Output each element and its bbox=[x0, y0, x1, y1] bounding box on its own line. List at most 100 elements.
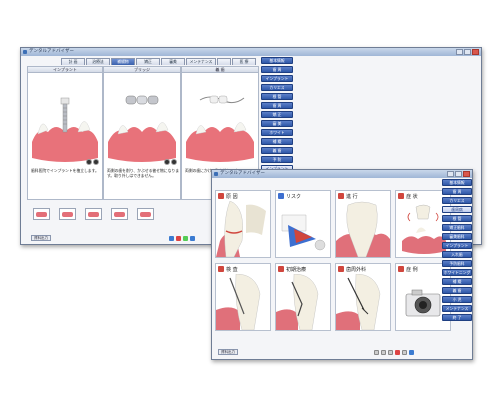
sidebar-item-caries[interactable]: カリエス bbox=[261, 84, 293, 91]
print-button[interactable]: 資料出力 bbox=[31, 235, 51, 241]
pen-icon[interactable] bbox=[176, 235, 181, 241]
tab-plan[interactable]: 計 画 bbox=[61, 58, 85, 65]
cell-initial-treatment[interactable]: 初期治療 bbox=[275, 263, 331, 331]
cell-label: 症 状 bbox=[406, 194, 418, 200]
cell-examination[interactable]: 検 査 bbox=[215, 263, 271, 331]
home-icon[interactable] bbox=[169, 235, 174, 241]
zoom-icon[interactable] bbox=[164, 159, 170, 165]
sidebar-item-pediatric[interactable]: 小 児 bbox=[442, 296, 472, 303]
sidebar-item-root-canal[interactable]: 根 管 bbox=[442, 215, 472, 222]
cell-progression[interactable]: 進 行 bbox=[335, 190, 391, 258]
back-statusbar: 資料出力 bbox=[31, 234, 51, 242]
sidebar-item-whitening[interactable]: ホワイト bbox=[261, 129, 293, 136]
front-window-titlebar: デンタルアドバイザー bbox=[212, 170, 472, 178]
tab-treatment[interactable]: 治療法 bbox=[86, 58, 110, 65]
back-tabs: 計 画 治療法 補綴物 矯正 審美 メンテナンス 医 療 bbox=[61, 58, 256, 65]
progression-icon bbox=[338, 193, 344, 199]
sidebar-item-caries[interactable]: カリエス bbox=[442, 197, 472, 204]
examination-icon bbox=[218, 266, 224, 272]
zoom-icon[interactable] bbox=[171, 159, 177, 165]
zoom-icon[interactable] bbox=[86, 159, 92, 165]
front-window-title: デンタルアドバイザー bbox=[220, 171, 265, 176]
initial-treatment-icon bbox=[278, 266, 284, 272]
app-icon bbox=[23, 50, 27, 54]
sidebar-item-prosthesis[interactable]: 補 綴 bbox=[261, 138, 293, 145]
front-statusbar: 資料出力 bbox=[218, 348, 238, 356]
sidebar-item-denture[interactable]: 義 歯 bbox=[261, 147, 293, 154]
sidebar-item-prevention[interactable]: 予防歯科 bbox=[442, 260, 472, 267]
sidebar-item-aesthetic[interactable]: 審美歯科 bbox=[442, 233, 472, 240]
sidebar-item-maintenance[interactable]: メンテナンス bbox=[442, 305, 472, 312]
back-window-titlebar: デンタルアドバイザー bbox=[21, 48, 481, 56]
nav-icon[interactable] bbox=[374, 349, 379, 355]
denture-illustration bbox=[186, 95, 254, 162]
tab-aesthetic[interactable]: 審美 bbox=[161, 58, 185, 65]
sidebar-item-perio-2[interactable]: 歯 周 bbox=[261, 102, 293, 109]
window-controls bbox=[456, 49, 479, 55]
cell-label: 歯周外科 bbox=[346, 267, 367, 273]
panel-title: インプラント bbox=[28, 67, 102, 73]
print-button[interactable]: 資料出力 bbox=[218, 349, 238, 355]
nav-icon[interactable] bbox=[402, 349, 407, 355]
panel-title: ブリッジ bbox=[104, 67, 180, 73]
perio-surgery-illustration bbox=[336, 274, 381, 330]
thumbnail-1[interactable] bbox=[33, 208, 50, 220]
nav-icon[interactable] bbox=[381, 349, 386, 355]
initial-treatment-illustration bbox=[276, 274, 319, 330]
tab-ortho[interactable]: 矯正 bbox=[136, 58, 160, 65]
window-controls bbox=[447, 171, 470, 177]
tab-prosthesis[interactable]: 補綴物 bbox=[111, 58, 135, 65]
sidebar-item-aesthetic[interactable]: 審 美 bbox=[261, 120, 293, 127]
sidebar-item-dentures[interactable]: 入れ歯 bbox=[442, 251, 472, 258]
help-icon[interactable] bbox=[190, 235, 195, 241]
cell-label: 進 行 bbox=[346, 194, 358, 200]
minimize-button[interactable] bbox=[456, 49, 463, 55]
app-icon bbox=[214, 172, 218, 176]
help-icon[interactable] bbox=[409, 349, 414, 355]
panel-description: 歯科医院でインプラントを植立します。 bbox=[31, 168, 99, 173]
thumbnail-2[interactable] bbox=[59, 208, 76, 220]
panel-bridge: ブリッジ 両側の歯を削り、かぶせる被せ物になります。取り外しはできません。 bbox=[103, 66, 181, 200]
tab-maintenance[interactable]: メンテナンス bbox=[186, 58, 216, 65]
sidebar-item-implant[interactable]: インプラント bbox=[442, 242, 472, 249]
thumbnail-3[interactable] bbox=[85, 208, 102, 220]
thumbnail-5[interactable] bbox=[137, 208, 154, 220]
sidebar-item-exit[interactable]: 終 了 bbox=[442, 314, 472, 321]
nav-icon[interactable] bbox=[388, 349, 393, 355]
sidebar-item-whitening[interactable]: ホワイトニング bbox=[442, 269, 472, 276]
case-icon bbox=[398, 266, 404, 272]
progression-illustration bbox=[336, 201, 390, 257]
examination-illustration bbox=[216, 274, 261, 330]
minimize-button[interactable] bbox=[447, 171, 454, 177]
thumbnail-4[interactable] bbox=[111, 208, 128, 220]
sidebar-item-basic-info[interactable]: 基本情報 bbox=[261, 57, 293, 64]
sidebar-item-ortho[interactable]: 矯 正 bbox=[261, 111, 293, 118]
close-button[interactable] bbox=[472, 49, 479, 55]
tab-medical[interactable]: 医 療 bbox=[232, 58, 256, 65]
sidebar-item-perio[interactable]: 歯 周 bbox=[442, 188, 472, 195]
sidebar-item-perio[interactable]: 歯 周 bbox=[261, 66, 293, 73]
cell-cause[interactable]: 原 因 bbox=[215, 190, 271, 258]
cell-perio-surgery[interactable]: 歯周外科 bbox=[335, 263, 391, 331]
maximize-button[interactable] bbox=[455, 171, 462, 177]
book-icon[interactable] bbox=[183, 235, 188, 241]
sidebar-item-denture[interactable]: 義 歯 bbox=[442, 287, 472, 294]
sidebar-item-implant[interactable]: インプラント bbox=[261, 75, 293, 82]
cause-illustration bbox=[216, 201, 266, 257]
cell-risk[interactable]: リスク bbox=[275, 190, 331, 258]
sidebar-item-prosthesis[interactable]: 補 綴 bbox=[442, 278, 472, 285]
maximize-button[interactable] bbox=[464, 49, 471, 55]
tab-blank[interactable] bbox=[217, 58, 231, 65]
sidebar-item-prevention[interactable]: 予 防 bbox=[261, 156, 293, 163]
zoom-icon[interactable] bbox=[93, 159, 99, 165]
sidebar-item-root-canal[interactable]: 根 管 bbox=[261, 93, 293, 100]
sidebar-item-basic-info[interactable]: 基本情報 bbox=[442, 179, 472, 186]
risk-icon bbox=[278, 193, 284, 199]
sidebar-item-periodontal[interactable]: 歯周病 bbox=[442, 206, 472, 213]
cell-label: 検 査 bbox=[226, 267, 238, 273]
sidebar-item-ortho[interactable]: 矯正歯科 bbox=[442, 224, 472, 231]
back-window-title: デンタルアドバイザー bbox=[29, 49, 74, 54]
close-button[interactable] bbox=[463, 171, 470, 177]
record-icon[interactable] bbox=[395, 349, 400, 355]
cell-label: 症 例 bbox=[406, 267, 418, 273]
